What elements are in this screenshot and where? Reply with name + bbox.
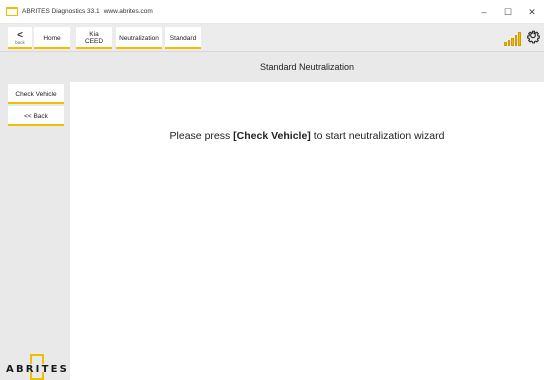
back-chevron-icon: < bbox=[17, 29, 23, 41]
check-vehicle-button[interactable]: Check Vehicle bbox=[8, 84, 64, 104]
standard-button[interactable]: Standard bbox=[165, 27, 201, 49]
message-suffix: to start neutralization wizard bbox=[310, 130, 445, 142]
minimize-button[interactable]: – bbox=[472, 0, 496, 24]
back-button[interactable]: < back bbox=[8, 27, 32, 49]
window-title: ABRITES Diagnostics 33.1 bbox=[22, 8, 100, 15]
sidebar: Check Vehicle << Back ABRITES bbox=[0, 82, 70, 380]
window-url: www.abrites.com bbox=[103, 8, 153, 15]
toolbar: < back Home Kia CEED Neutralization Stan… bbox=[0, 24, 544, 52]
title-bar: ABRITES Diagnostics 33.1 www.abrites.com… bbox=[0, 0, 544, 24]
neutralization-button[interactable]: Neutralization bbox=[116, 27, 162, 49]
back-label: back bbox=[15, 39, 25, 45]
gear-icon[interactable] bbox=[525, 29, 541, 45]
maximize-button[interactable]: ☐ bbox=[496, 0, 520, 24]
page-title: Standard Neutralization bbox=[0, 52, 544, 82]
signal-strength-icon bbox=[504, 30, 522, 46]
sidebar-back-button[interactable]: << Back bbox=[8, 106, 64, 126]
message-prefix: Please press bbox=[169, 130, 234, 142]
app-icon bbox=[6, 7, 18, 16]
instruction-message: Please press [Check Vehicle] to start ne… bbox=[70, 130, 544, 142]
logo-text: ABRITES bbox=[6, 364, 70, 375]
vehicle-make: Kia bbox=[89, 31, 99, 38]
message-bold: [Check Vehicle] bbox=[233, 130, 311, 142]
vehicle-button[interactable]: Kia CEED bbox=[76, 27, 112, 49]
home-button[interactable]: Home bbox=[34, 27, 70, 49]
close-button[interactable]: ✕ bbox=[520, 0, 544, 24]
abrites-logo: ABRITES bbox=[6, 354, 70, 380]
window-controls: – ☐ ✕ bbox=[472, 0, 544, 24]
main-panel: Please press [Check Vehicle] to start ne… bbox=[70, 82, 544, 380]
vehicle-model: CEED bbox=[84, 38, 104, 45]
